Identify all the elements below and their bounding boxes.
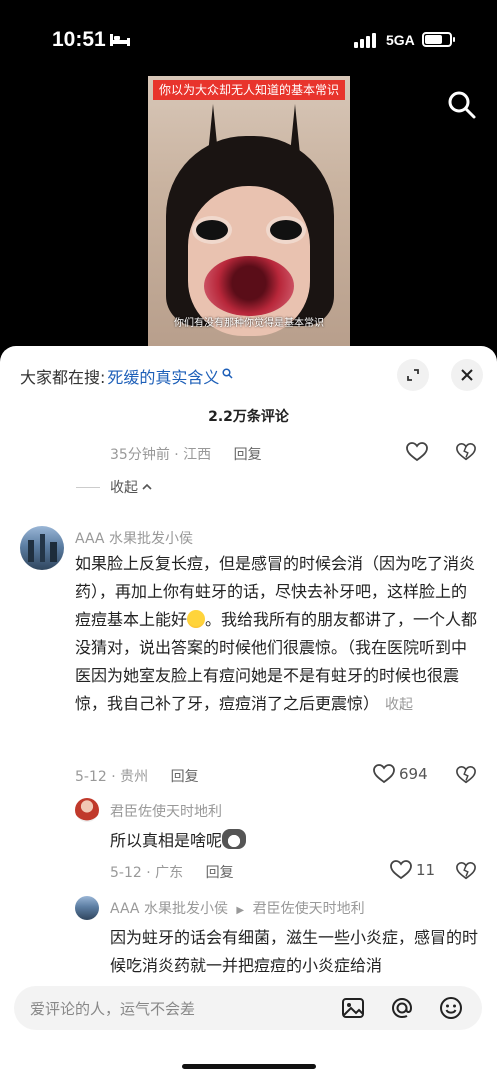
trending-search[interactable]: 大家都在搜: 死缓的真实含义 xyxy=(20,364,233,388)
reply-to-arrow-icon: ▶ xyxy=(236,905,245,916)
search-icon[interactable] xyxy=(447,90,477,120)
comment-count: 2.2万条评论 xyxy=(208,409,289,425)
chevron-up-icon xyxy=(142,483,152,490)
sleep-focus-icon xyxy=(110,34,130,46)
comment-sheet: 大家都在搜: 死缓的真实含义 2.2万条评论 35分钟前 · 江西 回复 收起 xyxy=(0,346,497,1080)
like-button[interactable]: 11 xyxy=(390,860,435,880)
comment-meta: 35分钟前 · 江西 回复 xyxy=(110,444,262,464)
like-button[interactable]: 694 xyxy=(373,764,428,784)
comment-input[interactable]: 爱评论的人，运气不会差 xyxy=(14,986,482,1030)
reply-text: 所以真相是啥呢 xyxy=(110,827,470,855)
image-icon[interactable] xyxy=(340,995,366,1021)
reply-button[interactable]: 回复 xyxy=(171,769,199,785)
small-search-icon xyxy=(222,367,233,379)
trending-search-label: 大家都在搜: xyxy=(20,368,106,387)
status-time: 10:51 xyxy=(52,28,106,51)
network-type: 5GA xyxy=(386,32,415,48)
collapse-text-button[interactable]: 收起 xyxy=(385,697,413,713)
reply-button[interactable]: 回复 xyxy=(206,865,234,881)
dislike-icon[interactable] xyxy=(456,765,476,785)
emoji-icon[interactable] xyxy=(438,995,464,1021)
avatar[interactable] xyxy=(20,526,64,570)
dislike-icon[interactable] xyxy=(456,861,476,881)
video-player[interactable] xyxy=(148,76,350,346)
video-title-banner: 你以为大众却无人知道的基本常识 xyxy=(153,80,345,100)
avatar[interactable] xyxy=(75,798,99,822)
comment-input-placeholder: 爱评论的人，运气不会差 xyxy=(30,1000,196,1018)
mention-icon[interactable] xyxy=(389,995,415,1021)
cellular-signal-icon xyxy=(354,32,376,48)
reply-time-location: 5-12 · 广东 xyxy=(110,865,184,881)
like-icon xyxy=(390,860,412,880)
expand-button[interactable] xyxy=(397,359,429,391)
expand-icon xyxy=(407,369,419,381)
comment-meta: 5-12 · 贵州 回复 xyxy=(75,766,199,786)
collapse-label: 收起 xyxy=(110,480,138,496)
like-icon xyxy=(373,764,395,784)
reply-text: 因为蛀牙的话会有细菌，滋生一些小炎症，感冒的时候吃消炎药就一并把痘痘的小炎症给消 xyxy=(110,928,479,975)
reply-username: AAA 水果批发小侯 ▶ 君臣佐使天时地利 xyxy=(110,901,365,917)
home-indicator xyxy=(182,1064,316,1069)
reply-meta: 5-12 · 广东 回复 xyxy=(110,862,234,882)
comment-time-location: 5-12 · 贵州 xyxy=(75,769,149,785)
reply-username[interactable]: 君臣佐使天时地利 xyxy=(110,801,222,821)
status-bar: 10:51 5GA xyxy=(0,0,497,80)
comment-time-location: 35分钟前 · 江西 xyxy=(110,447,212,463)
comment-text: 如果脸上反复长痘，但是感冒的时候会消（因为吃了消炎药），再加上你有蛀牙的话，尽快… xyxy=(75,554,478,713)
laugh-cry-emoji-icon xyxy=(187,610,206,628)
dislike-icon[interactable] xyxy=(456,442,476,462)
close-button[interactable] xyxy=(451,359,483,391)
husky-emoji-icon xyxy=(222,829,247,849)
like-icon[interactable] xyxy=(406,442,428,462)
close-icon xyxy=(461,369,473,381)
comment-username[interactable]: AAA 水果批发小侯 xyxy=(75,528,193,548)
avatar[interactable] xyxy=(75,896,99,920)
reply-to-username[interactable]: 君臣佐使天时地利 xyxy=(253,901,365,917)
trending-search-term[interactable]: 死缓的真实含义 xyxy=(107,364,219,388)
video-subtitle: 你们有没有那种你觉得是基本常识 xyxy=(174,318,324,329)
like-count: 694 xyxy=(399,765,428,783)
like-count: 11 xyxy=(416,861,436,879)
reply-button[interactable]: 回复 xyxy=(234,447,262,463)
collapse-replies-button[interactable]: 收起 xyxy=(76,477,153,497)
battery-icon xyxy=(422,32,455,47)
